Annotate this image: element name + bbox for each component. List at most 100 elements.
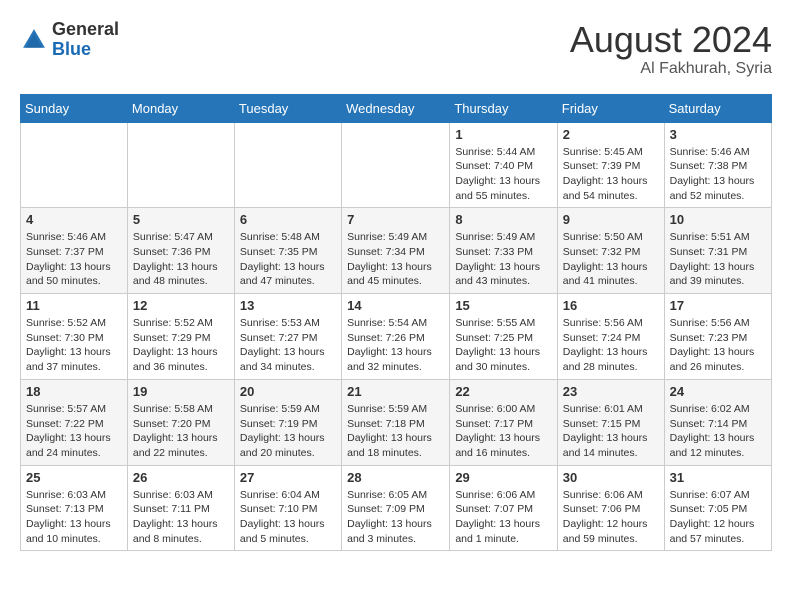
calendar-cell: 31Sunrise: 6:07 AM Sunset: 7:05 PM Dayli… (664, 465, 771, 551)
day-info: Sunrise: 5:45 AM Sunset: 7:39 PM Dayligh… (563, 145, 659, 204)
calendar-cell: 18 Sunrise: 5:57 AM Sunset: 7:22 PM Dayli… (21, 379, 128, 465)
day-info: Sunrise: 6:00 AM Sunset: 7:17 PM Dayligh… (455, 402, 551, 461)
calendar-cell: 13 Sunrise: 5:53 AM Sunset: 7:27 PM Dayli… (234, 294, 341, 380)
day-number: 1 (455, 127, 551, 142)
calendar-cell: 2 Sunrise: 5:45 AM Sunset: 7:39 PM Daylig… (557, 122, 664, 208)
title-block: August 2024 Al Fakhurah, Syria (570, 20, 772, 78)
day-number: 28 (347, 470, 444, 485)
calendar-cell: 11Sunrise: 5:52 AM Sunset: 7:30 PM Dayli… (21, 294, 128, 380)
day-info: Sunrise: 6:04 AM Sunset: 7:10 PM Dayligh… (240, 488, 336, 547)
day-info: Sunrise: 5:51 AM Sunset: 7:31 PM Dayligh… (670, 230, 766, 289)
weekday-header-row: SundayMondayTuesdayWednesdayThursdayFrid… (21, 94, 772, 122)
day-info: Sunrise: 5:46 AM Sunset: 7:37 PM Dayligh… (26, 230, 122, 289)
calendar-cell: 22 Sunrise: 6:00 AM Sunset: 7:17 PM Dayli… (450, 379, 557, 465)
calendar-cell: 21 Sunrise: 5:59 AM Sunset: 7:18 PM Dayli… (342, 379, 450, 465)
weekday-header-saturday: Saturday (664, 94, 771, 122)
day-number: 22 (455, 384, 551, 399)
calendar-cell: 10Sunrise: 5:51 AM Sunset: 7:31 PM Dayli… (664, 208, 771, 294)
calendar-cell: 27Sunrise: 6:04 AM Sunset: 7:10 PM Dayli… (234, 465, 341, 551)
day-number: 11 (26, 298, 122, 313)
logo-general-text: General (52, 20, 119, 40)
calendar-cell: 29 Sunrise: 6:06 AM Sunset: 7:07 PM Dayli… (450, 465, 557, 551)
day-number: 26 (133, 470, 229, 485)
logo: General Blue (20, 20, 119, 60)
month-title: August 2024 (570, 20, 772, 60)
day-info: Sunrise: 5:59 AM Sunset: 7:19 PM Dayligh… (240, 402, 336, 461)
day-number: 21 (347, 384, 444, 399)
day-info: Sunrise: 5:53 AM Sunset: 7:27 PM Dayligh… (240, 316, 336, 375)
calendar-cell: 28Sunrise: 6:05 AM Sunset: 7:09 PM Dayli… (342, 465, 450, 551)
day-info: Sunrise: 5:54 AM Sunset: 7:26 PM Dayligh… (347, 316, 444, 375)
day-number: 19 (133, 384, 229, 399)
calendar-cell: 12Sunrise: 5:52 AM Sunset: 7:29 PM Dayli… (127, 294, 234, 380)
calendar-cell: 14Sunrise: 5:54 AM Sunset: 7:26 PM Dayli… (342, 294, 450, 380)
location-title: Al Fakhurah, Syria (570, 60, 772, 78)
day-info: Sunrise: 6:02 AM Sunset: 7:14 PM Dayligh… (670, 402, 766, 461)
day-number: 25 (26, 470, 122, 485)
day-number: 6 (240, 212, 336, 227)
day-number: 2 (563, 127, 659, 142)
calendar-cell: 8 Sunrise: 5:49 AM Sunset: 7:33 PM Daylig… (450, 208, 557, 294)
calendar-cell (234, 122, 341, 208)
day-number: 9 (563, 212, 659, 227)
day-info: Sunrise: 6:03 AM Sunset: 7:13 PM Dayligh… (26, 488, 122, 547)
day-info: Sunrise: 5:48 AM Sunset: 7:35 PM Dayligh… (240, 230, 336, 289)
calendar-cell: 5 Sunrise: 5:47 AM Sunset: 7:36 PM Daylig… (127, 208, 234, 294)
day-info: Sunrise: 5:59 AM Sunset: 7:18 PM Dayligh… (347, 402, 444, 461)
day-info: Sunrise: 6:06 AM Sunset: 7:07 PM Dayligh… (455, 488, 551, 547)
day-number: 5 (133, 212, 229, 227)
day-number: 13 (240, 298, 336, 313)
calendar-cell: 15 Sunrise: 5:55 AM Sunset: 7:25 PM Dayli… (450, 294, 557, 380)
day-number: 30 (563, 470, 659, 485)
day-info: Sunrise: 5:46 AM Sunset: 7:38 PM Dayligh… (670, 145, 766, 204)
calendar-cell: 30Sunrise: 6:06 AM Sunset: 7:06 PM Dayli… (557, 465, 664, 551)
day-number: 3 (670, 127, 766, 142)
day-info: Sunrise: 5:58 AM Sunset: 7:20 PM Dayligh… (133, 402, 229, 461)
weekday-header-wednesday: Wednesday (342, 94, 450, 122)
calendar-cell: 23 Sunrise: 6:01 AM Sunset: 7:15 PM Dayli… (557, 379, 664, 465)
calendar-cell (342, 122, 450, 208)
calendar-week-row: 25 Sunrise: 6:03 AM Sunset: 7:13 PM Dayli… (21, 465, 772, 551)
day-info: Sunrise: 6:07 AM Sunset: 7:05 PM Dayligh… (670, 488, 766, 547)
day-number: 24 (670, 384, 766, 399)
calendar-cell: 1 Sunrise: 5:44 AM Sunset: 7:40 PM Daylig… (450, 122, 557, 208)
day-info: Sunrise: 5:49 AM Sunset: 7:33 PM Dayligh… (455, 230, 551, 289)
weekday-header-friday: Friday (557, 94, 664, 122)
day-info: Sunrise: 5:56 AM Sunset: 7:24 PM Dayligh… (563, 316, 659, 375)
calendar-cell (21, 122, 128, 208)
day-number: 17 (670, 298, 766, 313)
day-info: Sunrise: 5:55 AM Sunset: 7:25 PM Dayligh… (455, 316, 551, 375)
calendar-cell: 3 Sunrise: 5:46 AM Sunset: 7:38 PM Daylig… (664, 122, 771, 208)
day-info: Sunrise: 5:44 AM Sunset: 7:40 PM Dayligh… (455, 145, 551, 204)
calendar-week-row: 4Sunrise: 5:46 AM Sunset: 7:37 PM Daylig… (21, 208, 772, 294)
day-info: Sunrise: 5:57 AM Sunset: 7:22 PM Dayligh… (26, 402, 122, 461)
calendar-cell: 6 Sunrise: 5:48 AM Sunset: 7:35 PM Daylig… (234, 208, 341, 294)
day-info: Sunrise: 6:01 AM Sunset: 7:15 PM Dayligh… (563, 402, 659, 461)
day-number: 15 (455, 298, 551, 313)
day-number: 23 (563, 384, 659, 399)
day-info: Sunrise: 5:49 AM Sunset: 7:34 PM Dayligh… (347, 230, 444, 289)
day-info: Sunrise: 5:50 AM Sunset: 7:32 PM Dayligh… (563, 230, 659, 289)
calendar-cell: 4Sunrise: 5:46 AM Sunset: 7:37 PM Daylig… (21, 208, 128, 294)
calendar-cell: 25 Sunrise: 6:03 AM Sunset: 7:13 PM Dayli… (21, 465, 128, 551)
calendar-cell: 17 Sunrise: 5:56 AM Sunset: 7:23 PM Dayli… (664, 294, 771, 380)
calendar-cell: 16 Sunrise: 5:56 AM Sunset: 7:24 PM Dayli… (557, 294, 664, 380)
calendar-week-row: 1 Sunrise: 5:44 AM Sunset: 7:40 PM Daylig… (21, 122, 772, 208)
day-number: 8 (455, 212, 551, 227)
weekday-header-thursday: Thursday (450, 94, 557, 122)
logo-icon (20, 26, 48, 54)
day-number: 18 (26, 384, 122, 399)
calendar-cell: 20Sunrise: 5:59 AM Sunset: 7:19 PM Dayli… (234, 379, 341, 465)
calendar-cell (127, 122, 234, 208)
day-number: 16 (563, 298, 659, 313)
logo-blue-text: Blue (52, 40, 119, 60)
day-number: 12 (133, 298, 229, 313)
day-info: Sunrise: 5:47 AM Sunset: 7:36 PM Dayligh… (133, 230, 229, 289)
weekday-header-monday: Monday (127, 94, 234, 122)
calendar-cell: 24 Sunrise: 6:02 AM Sunset: 7:14 PM Dayli… (664, 379, 771, 465)
day-number: 7 (347, 212, 444, 227)
logo-text: General Blue (52, 20, 119, 60)
day-number: 29 (455, 470, 551, 485)
day-info: Sunrise: 5:56 AM Sunset: 7:23 PM Dayligh… (670, 316, 766, 375)
calendar-week-row: 11Sunrise: 5:52 AM Sunset: 7:30 PM Dayli… (21, 294, 772, 380)
